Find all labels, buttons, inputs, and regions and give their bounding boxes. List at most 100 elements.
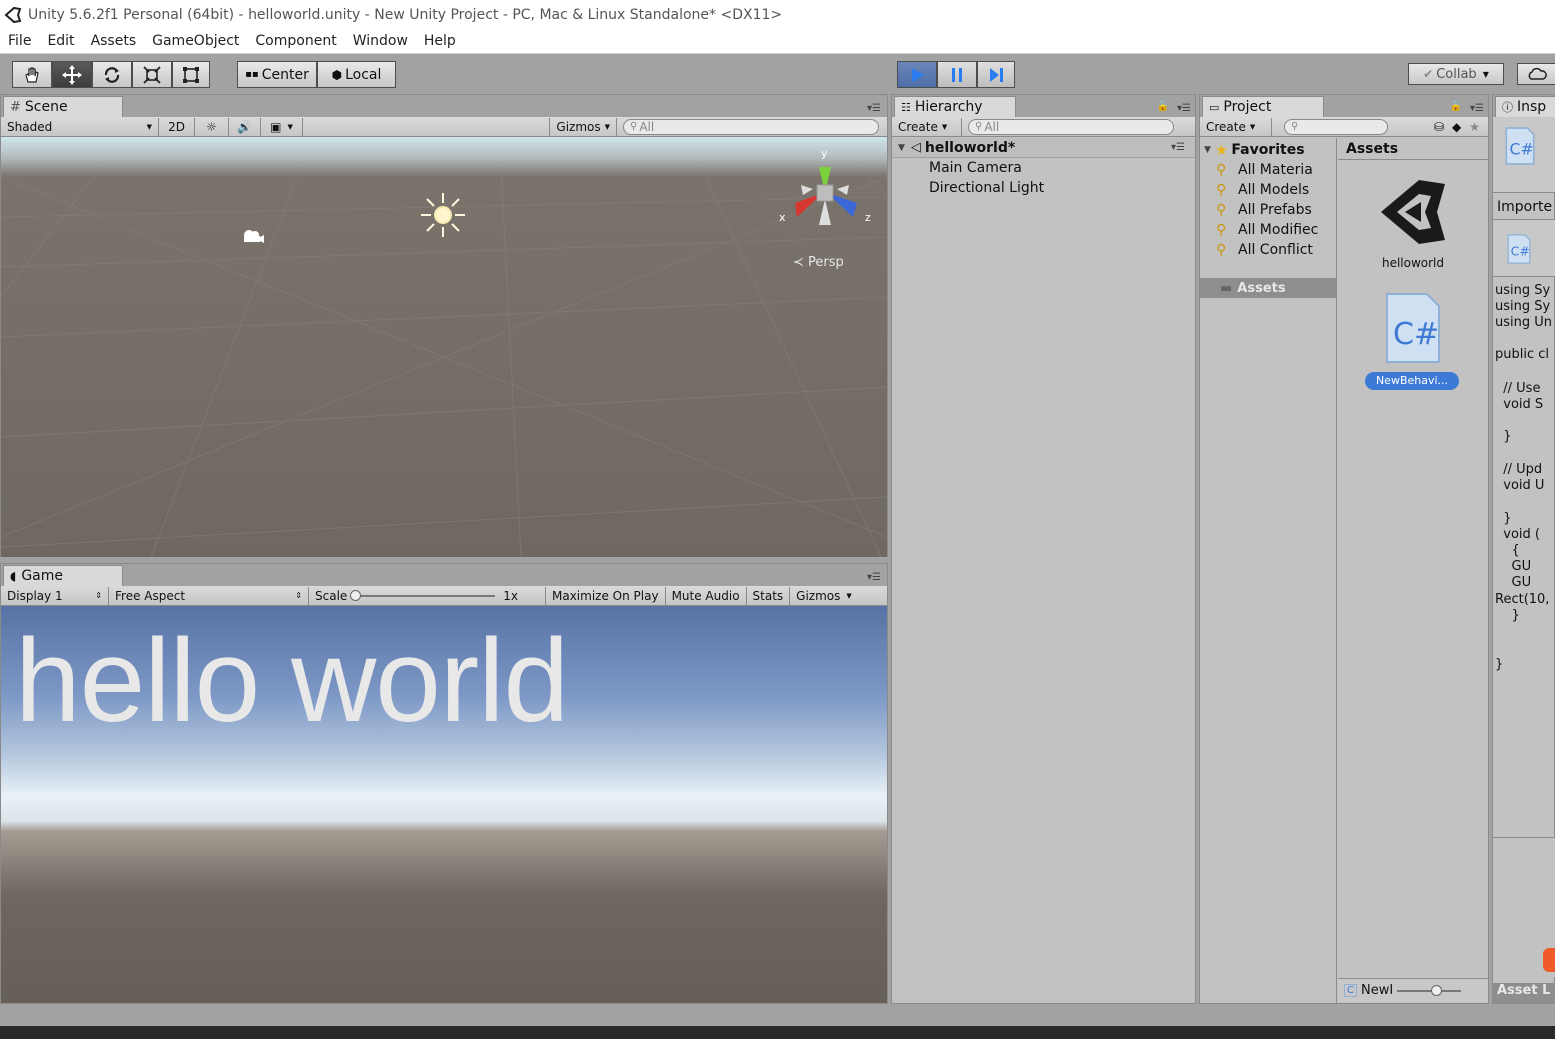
favorites-header[interactable]: ▼ ★ Favorites bbox=[1204, 141, 1305, 159]
scale-slider[interactable]: Scale 1x bbox=[309, 586, 546, 605]
projection-toggle[interactable]: ≺ Persp bbox=[793, 255, 844, 270]
code-line: using Sy bbox=[1495, 283, 1551, 298]
mute-audio-toggle[interactable]: Mute Audio bbox=[666, 586, 747, 605]
display-dropdown[interactable]: Display 1 ⇕ bbox=[1, 586, 109, 605]
search-icon: ⚲ bbox=[975, 121, 983, 132]
axis-x-label: x bbox=[779, 211, 786, 224]
tab-project[interactable]: ▭ Project bbox=[1202, 96, 1324, 117]
hierarchy-control-bar: Create ▼ ⚲ All bbox=[892, 117, 1195, 137]
2d-toggle[interactable]: 2D bbox=[159, 117, 195, 136]
favorite-item-models[interactable]: ⚲ All Models bbox=[1216, 182, 1309, 198]
svg-text:C#: C# bbox=[1509, 139, 1533, 158]
scale-tool-button[interactable] bbox=[132, 61, 172, 88]
menu-file[interactable]: File bbox=[0, 33, 39, 49]
pacman-icon: ◖ bbox=[10, 569, 17, 583]
hierarchy-create-dropdown[interactable]: Create ▼ bbox=[892, 117, 962, 136]
directional-light-icon[interactable] bbox=[419, 191, 467, 239]
game-gizmos-dropdown[interactable]: Gizmos ▼ bbox=[790, 587, 858, 605]
scene-viewport[interactable]: y x z ≺ Persp bbox=[1, 137, 887, 557]
chevron-down-icon: ▼ bbox=[1482, 69, 1489, 79]
asset-item-newbehaviour[interactable]: C# NewBehavi... bbox=[1363, 292, 1463, 392]
2d-label: 2D bbox=[168, 119, 185, 134]
code-line: void U bbox=[1495, 478, 1545, 493]
space-local-toggle[interactable]: ⬢ Local bbox=[317, 61, 396, 88]
shading-mode-dropdown[interactable]: Shaded ▼ bbox=[1, 117, 159, 136]
tab-scene[interactable]: # Scene bbox=[3, 96, 123, 117]
bug-report-icon[interactable] bbox=[1543, 948, 1555, 972]
star-icon[interactable]: ★ bbox=[1469, 120, 1480, 134]
scene-effects-dropdown[interactable]: ▣ ▼ bbox=[261, 117, 303, 136]
filter-type-icon[interactable]: ⛁ bbox=[1434, 120, 1444, 134]
expand-triangle-icon[interactable]: ▼ bbox=[1204, 145, 1211, 155]
import-settings-header[interactable]: Importe bbox=[1497, 199, 1552, 215]
menu-edit[interactable]: Edit bbox=[39, 33, 82, 49]
scene-orientation-gizmo[interactable]: y x z bbox=[773, 145, 873, 235]
code-line: using Sy bbox=[1495, 299, 1551, 314]
code-line: public cl bbox=[1495, 347, 1550, 362]
pause-button[interactable] bbox=[937, 61, 977, 88]
scale-slider-thumb[interactable] bbox=[350, 589, 362, 601]
camera-icon[interactable] bbox=[239, 227, 265, 245]
hand-tool-button[interactable] bbox=[12, 61, 52, 88]
panel-menu-icon[interactable]: ▾☰ bbox=[1177, 103, 1191, 114]
favorite-item-prefabs[interactable]: ⚲ All Prefabs bbox=[1216, 202, 1312, 218]
axis-y-label: y bbox=[821, 147, 828, 160]
menu-component[interactable]: Component bbox=[247, 33, 344, 49]
panel-menu-icon[interactable]: ▾☰ bbox=[867, 103, 881, 114]
rect-tool-button[interactable] bbox=[172, 61, 210, 88]
icon-size-slider[interactable] bbox=[1397, 984, 1462, 996]
favorite-item-conflicted[interactable]: ⚲ All Conflict bbox=[1216, 242, 1313, 258]
scene-search-input[interactable]: ⚲ All bbox=[623, 118, 879, 135]
cloud-button[interactable] bbox=[1517, 63, 1555, 85]
title-bar: Unity 5.6.2f1 Personal (64bit) - hellowo… bbox=[0, 0, 1555, 29]
hierarchy-item-directional-light[interactable]: Directional Light bbox=[929, 180, 1044, 196]
scene-audio-toggle[interactable]: 🔊 bbox=[229, 117, 261, 136]
play-button[interactable] bbox=[897, 61, 937, 88]
game-hello-text: hello world bbox=[15, 615, 569, 747]
assets-breadcrumb[interactable]: Assets bbox=[1346, 141, 1398, 157]
project-tabrow: ▭ Project 🔒 ▾☰ bbox=[1200, 95, 1488, 117]
expand-triangle-icon[interactable]: ▼ bbox=[898, 143, 905, 153]
chevron-down-icon: ▼ bbox=[604, 122, 610, 131]
menu-window[interactable]: Window bbox=[345, 33, 416, 49]
hierarchy-item-main-camera[interactable]: Main Camera bbox=[929, 160, 1022, 176]
menu-gameobject[interactable]: GameObject bbox=[144, 33, 247, 49]
project-search-input[interactable]: ⚲ bbox=[1284, 118, 1388, 135]
pivot-center-toggle[interactable]: ▪▪ Center bbox=[237, 61, 317, 88]
asset-labels-bar[interactable]: Asset L bbox=[1493, 983, 1555, 1003]
menu-assets[interactable]: Assets bbox=[83, 33, 145, 49]
asset-item-helloworld[interactable]: helloworld bbox=[1363, 174, 1463, 274]
move-tool-button[interactable] bbox=[52, 61, 92, 88]
scene-options-icon[interactable]: ▾☰ bbox=[1171, 142, 1185, 153]
maximize-on-play-toggle[interactable]: Maximize On Play bbox=[546, 586, 666, 605]
scale-slider-track[interactable] bbox=[350, 589, 496, 601]
game-viewport[interactable]: hello world bbox=[1, 606, 887, 1003]
stats-toggle[interactable]: Stats bbox=[747, 586, 791, 605]
collab-dropdown[interactable]: ✔ Collab ▼ bbox=[1408, 63, 1504, 85]
rotate-tool-button[interactable] bbox=[92, 61, 132, 88]
scene-lighting-toggle[interactable]: ☼ bbox=[195, 117, 229, 136]
step-button[interactable] bbox=[977, 61, 1015, 88]
lock-icon[interactable]: 🔒 bbox=[1450, 101, 1462, 112]
aspect-dropdown[interactable]: Free Aspect ⇕ bbox=[109, 586, 309, 605]
filter-label-icon[interactable]: ◆ bbox=[1452, 120, 1461, 134]
game-tab-label: Game bbox=[21, 568, 64, 584]
icon-size-slider-thumb[interactable] bbox=[1431, 984, 1443, 996]
hand-icon bbox=[25, 66, 39, 83]
favorite-item-modified[interactable]: ⚲ All Modifiec bbox=[1216, 222, 1318, 238]
tab-hierarchy[interactable]: ☷ Hierarchy bbox=[894, 96, 1016, 117]
tab-inspector[interactable]: ⓘ Insp bbox=[1495, 96, 1555, 117]
assets-folder-item[interactable]: ▬ Assets bbox=[1200, 278, 1337, 298]
menu-help[interactable]: Help bbox=[416, 33, 464, 49]
project-create-dropdown[interactable]: Create ▼ bbox=[1200, 117, 1272, 136]
lock-icon[interactable]: 🔒 bbox=[1157, 101, 1169, 112]
panel-menu-icon[interactable]: ▾☰ bbox=[1470, 103, 1484, 114]
updown-icon: ⇕ bbox=[295, 591, 302, 600]
hierarchy-search-input[interactable]: ⚲ All bbox=[968, 118, 1174, 135]
panel-menu-icon[interactable]: ▾☰ bbox=[867, 572, 881, 583]
hierarchy-scene-header[interactable]: ▼ ◁ helloworld* ▾☰ bbox=[892, 138, 1195, 158]
favorite-item-materials[interactable]: ⚲ All Materia bbox=[1216, 162, 1313, 178]
main-toolbar: ▪▪ Center ⬢ Local ✔ Collab ▼ bbox=[0, 54, 1555, 94]
scene-gizmos-dropdown[interactable]: Gizmos ▼ bbox=[549, 117, 617, 136]
tab-game[interactable]: ◖ Game bbox=[3, 565, 123, 586]
